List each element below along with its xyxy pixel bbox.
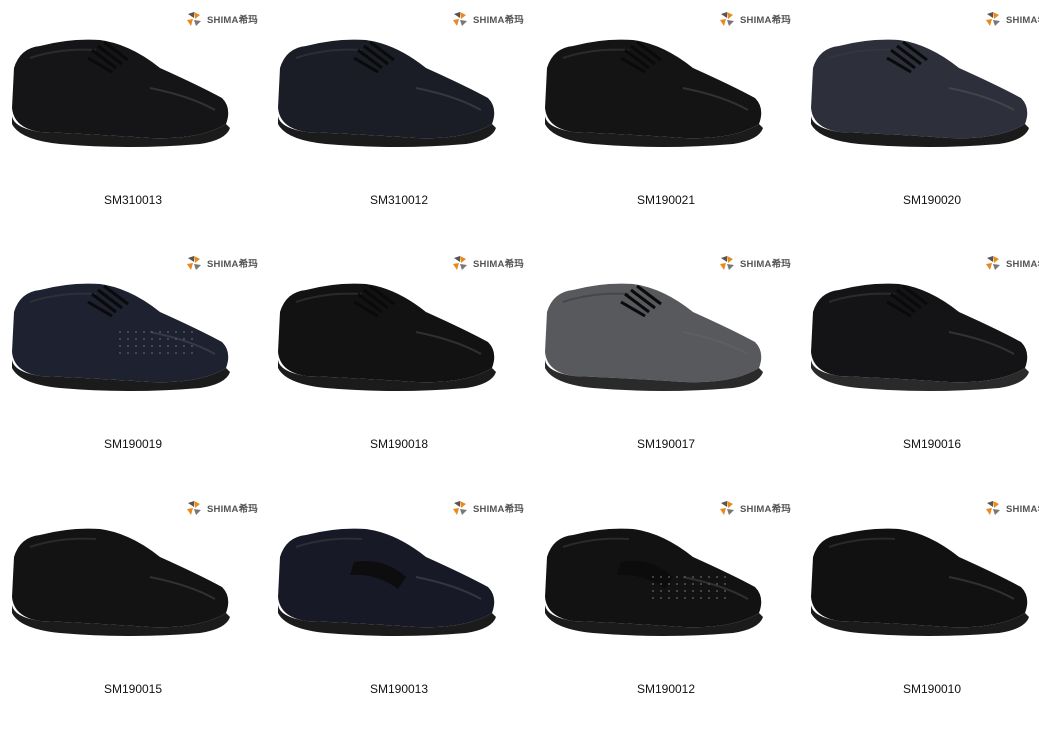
product-card[interactable]: SHIMA希玛 SM190010 (799, 489, 1039, 729)
brand-logo-text: SHIMA希玛 (472, 15, 524, 26)
brand-logo: SHIMA希玛 (451, 499, 524, 517)
product-sku[interactable]: SM190012 (533, 682, 799, 696)
brand-logo-text: SHIMA希玛 (472, 504, 524, 515)
brand-logo: SHIMA希玛 (984, 499, 1039, 517)
product-card[interactable]: SHIMA希玛 SM190018 (266, 244, 532, 484)
product-sku[interactable]: SM190016 (799, 437, 1039, 451)
product-sku[interactable]: SM190010 (799, 682, 1039, 696)
brand-logo: SHIMA希玛 (718, 499, 791, 517)
product-sku[interactable]: SM190013 (266, 682, 532, 696)
brand-logo: SHIMA希玛 (718, 10, 791, 28)
brand-logo-text: SHIMA希玛 (739, 504, 791, 515)
brand-mark-icon (186, 12, 201, 26)
brand-logo-text: SHIMA希玛 (739, 15, 791, 26)
product-image[interactable] (533, 28, 799, 168)
product-card[interactable]: SHIMA希玛 SM190015 (0, 489, 266, 729)
product-image[interactable] (266, 517, 532, 657)
product-image[interactable] (799, 28, 1039, 168)
brand-mark-icon (985, 501, 1000, 515)
product-card[interactable]: SHIMA希玛 SM190021 (533, 0, 799, 240)
product-image[interactable] (533, 517, 799, 657)
product-image[interactable] (533, 272, 799, 412)
brand-logo: SHIMA希玛 (984, 10, 1039, 28)
brand-logo: SHIMA希玛 (718, 254, 791, 272)
brand-mark-icon (719, 12, 734, 26)
product-card[interactable]: SHIMA希玛 SM190020 (799, 0, 1039, 240)
brand-mark-icon (186, 256, 201, 270)
product-card[interactable]: SHIMA希玛 SM190016 (799, 244, 1039, 484)
brand-mark-icon (985, 256, 1000, 270)
product-sku[interactable]: SM310013 (0, 193, 266, 207)
brand-logo-text: SHIMA希玛 (1005, 504, 1039, 515)
brand-mark-icon (186, 501, 201, 515)
product-sku[interactable]: SM190021 (533, 193, 799, 207)
product-image[interactable] (0, 517, 266, 657)
brand-logo-text: SHIMA希玛 (739, 259, 791, 270)
product-card[interactable]: SHIMA希玛 SM190019 (0, 244, 266, 484)
product-image[interactable] (799, 517, 1039, 657)
product-card[interactable]: SHIMA希玛 SM190017 (533, 244, 799, 484)
product-image[interactable] (266, 28, 532, 168)
product-card[interactable]: SHIMA希玛 SM190012 (533, 489, 799, 729)
brand-logo-text: SHIMA希玛 (472, 259, 524, 270)
product-card[interactable]: SHIMA希玛 SM190013 (266, 489, 532, 729)
brand-logo: SHIMA希玛 (451, 254, 524, 272)
brand-mark-icon (719, 256, 734, 270)
brand-logo-text: SHIMA希玛 (206, 259, 258, 270)
brand-logo: SHIMA希玛 (185, 499, 258, 517)
brand-logo-text: SHIMA希玛 (1005, 15, 1039, 26)
product-sku[interactable]: SM310012 (266, 193, 532, 207)
brand-logo-text: SHIMA希玛 (206, 504, 258, 515)
brand-mark-icon (452, 12, 467, 26)
product-sku[interactable]: SM190017 (533, 437, 799, 451)
product-image[interactable] (0, 272, 266, 412)
brand-mark-icon (985, 12, 1000, 26)
product-sku[interactable]: SM190018 (266, 437, 532, 451)
brand-logo: SHIMA希玛 (451, 10, 524, 28)
brand-logo-text: SHIMA希玛 (1005, 259, 1039, 270)
product-card[interactable]: SHIMA希玛 SM310012 (266, 0, 532, 240)
product-sku[interactable]: SM190020 (799, 193, 1039, 207)
product-sku[interactable]: SM190019 (0, 437, 266, 451)
brand-mark-icon (452, 501, 467, 515)
brand-logo: SHIMA希玛 (984, 254, 1039, 272)
brand-logo: SHIMA希玛 (185, 10, 258, 28)
product-image[interactable] (0, 28, 266, 168)
product-sku[interactable]: SM190015 (0, 682, 266, 696)
product-card[interactable]: SHIMA希玛 SM310013 (0, 0, 266, 240)
product-image[interactable] (266, 272, 532, 412)
brand-logo: SHIMA希玛 (185, 254, 258, 272)
brand-mark-icon (452, 256, 467, 270)
product-grid: SHIMA希玛 SM310013 SHIMA希玛 SM310012 SHIMA希… (0, 0, 1039, 698)
product-image[interactable] (799, 272, 1039, 412)
brand-logo-text: SHIMA希玛 (206, 15, 258, 26)
brand-mark-icon (719, 501, 734, 515)
